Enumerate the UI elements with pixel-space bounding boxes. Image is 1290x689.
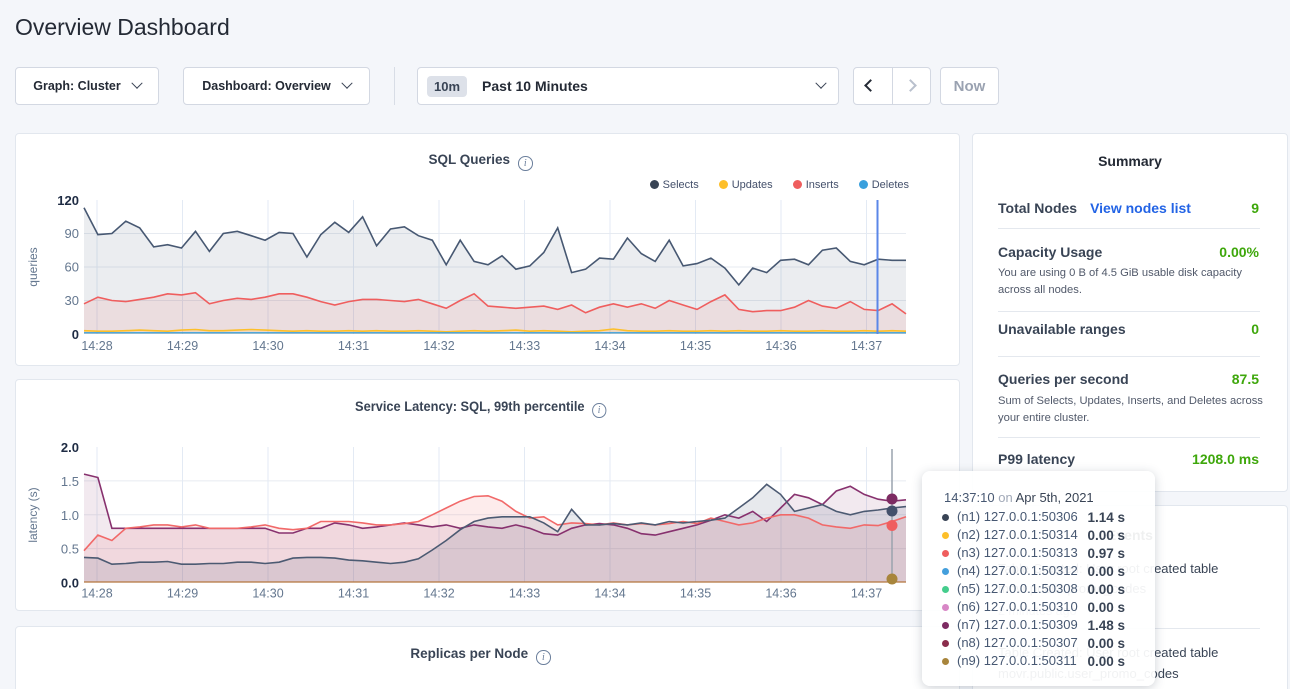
svg-text:14:35: 14:35 [680,339,711,353]
svg-text:0.5: 0.5 [61,542,79,557]
svg-text:14:31: 14:31 [338,339,369,353]
svg-text:14:35: 14:35 [680,587,711,601]
svg-text:14:33: 14:33 [509,587,540,601]
svg-text:14:30: 14:30 [252,587,283,601]
svg-text:1.0: 1.0 [61,508,79,523]
svg-text:queries: queries [26,247,40,286]
svg-text:0.0: 0.0 [61,576,79,591]
svg-text:14:34: 14:34 [594,339,625,353]
svg-text:14:30: 14:30 [252,339,283,353]
svg-text:30: 30 [65,293,79,308]
svg-text:14:37: 14:37 [851,587,882,601]
svg-text:14:29: 14:29 [167,587,198,601]
svg-text:14:36: 14:36 [765,587,796,601]
svg-text:2.0: 2.0 [61,440,79,455]
svg-text:120: 120 [57,193,79,208]
svg-text:14:37: 14:37 [851,339,882,353]
svg-text:14:29: 14:29 [167,339,198,353]
svg-text:14:32: 14:32 [423,339,454,353]
svg-text:14:28: 14:28 [81,587,112,601]
svg-text:14:31: 14:31 [338,587,369,601]
svg-text:14:33: 14:33 [509,339,540,353]
svg-text:latency (s): latency (s) [26,487,40,542]
svg-text:14:36: 14:36 [765,339,796,353]
svg-text:14:32: 14:32 [423,587,454,601]
svg-text:14:28: 14:28 [81,339,112,353]
svg-text:14:34: 14:34 [594,587,625,601]
svg-text:60: 60 [65,260,79,275]
svg-text:1.5: 1.5 [61,474,79,489]
svg-text:90: 90 [65,226,79,241]
svg-text:0: 0 [72,327,79,342]
